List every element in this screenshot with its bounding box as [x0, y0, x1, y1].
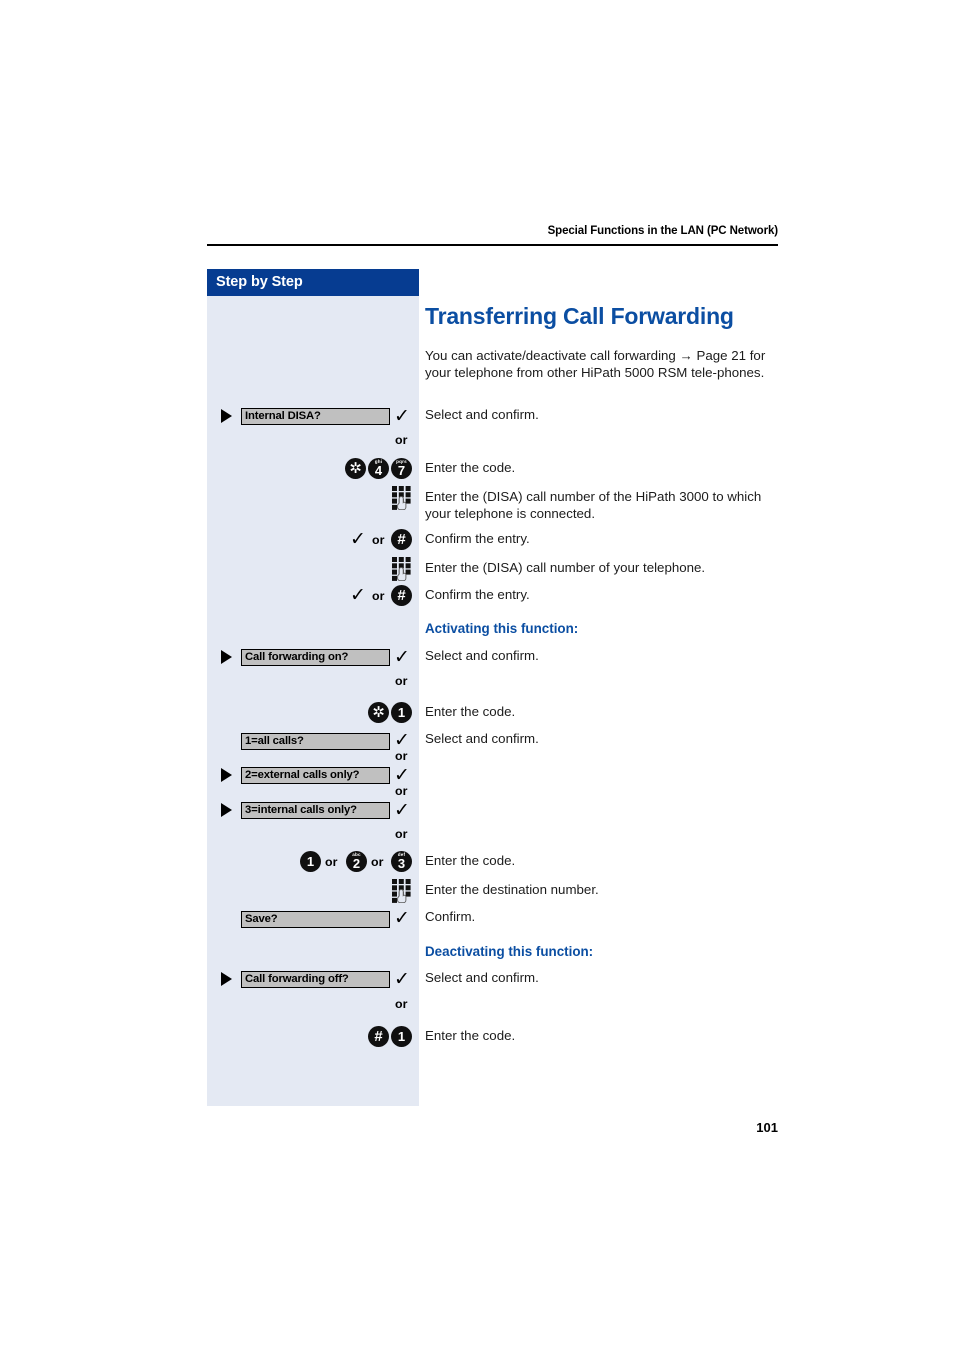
dial-keypad-glyph [392, 879, 411, 904]
step-description-enter-code-star1: Enter the code. [425, 704, 516, 719]
step-description-enter-disa-hipath3000: Enter the (DISA) call number of the HiPa… [425, 489, 762, 521]
display-key-call-forwarding-on[interactable]: Call forwarding on? [241, 649, 390, 666]
step-description-enter-destination: Enter the destination number. [425, 882, 599, 897]
page-number: 101 [756, 1120, 778, 1135]
header-rule [207, 244, 778, 246]
ok-check-icon[interactable]: ✓ [394, 731, 410, 750]
subheading-activating: Activating this function: [425, 621, 579, 636]
step-description-enter-code-123: Enter the code. [425, 853, 516, 868]
key-4[interactable]: ghi 4 [368, 458, 389, 479]
step-description-confirm-entry-1: Confirm the entry. [425, 531, 530, 546]
key-star[interactable]: ✲ [368, 702, 389, 723]
dial-keypad-glyph [392, 557, 411, 582]
display-key-internal-disa[interactable]: Internal DISA? [241, 408, 390, 425]
ok-check-icon[interactable]: ✓ [350, 586, 366, 605]
key-1[interactable]: 1 [300, 851, 321, 872]
dial-keypad-icon[interactable] [392, 879, 411, 904]
key-hash[interactable]: # [368, 1026, 389, 1047]
step-description-enter-code-1: Enter the code. [425, 460, 516, 475]
key-7[interactable]: pqrs 7 [391, 458, 412, 479]
key-star[interactable]: ✲ [345, 458, 366, 479]
display-key-call-forwarding-off[interactable]: Call forwarding off? [241, 971, 390, 988]
step-marker-triangle [221, 803, 232, 817]
page-title: Transferring Call Forwarding [425, 303, 734, 329]
subheading-deactivating: Deactivating this function: [425, 944, 594, 959]
key-2[interactable]: abc 2 [346, 851, 367, 872]
ok-check-icon[interactable]: ✓ [394, 801, 410, 820]
or-label-inline: or [371, 855, 384, 869]
step-description-confirm-entry-2: Confirm the entry. [425, 587, 530, 602]
step-description-internal-disa: Select and confirm. [425, 407, 539, 422]
or-label: or [395, 749, 408, 763]
ok-check-icon[interactable]: ✓ [394, 648, 410, 667]
display-key-internal-calls-only[interactable]: 3=internal calls only? [241, 802, 390, 819]
ok-check-icon[interactable]: ✓ [394, 909, 410, 928]
dial-keypad-icon[interactable] [392, 486, 411, 511]
or-label-inline: or [372, 533, 385, 547]
document-page: Special Functions in the LAN (PC Network… [0, 0, 954, 1351]
key-1[interactable]: 1 [391, 702, 412, 723]
key-3[interactable]: def 3 [391, 851, 412, 872]
display-key-all-calls[interactable]: 1=all calls? [241, 733, 390, 750]
ok-check-icon[interactable]: ✓ [394, 766, 410, 785]
key-hash[interactable]: # [391, 529, 412, 550]
running-header: Special Functions in the LAN (PC Network… [547, 225, 779, 237]
ok-check-icon[interactable]: ✓ [394, 407, 410, 426]
step-description-confirm-save: Confirm. [425, 909, 476, 924]
ok-check-icon[interactable]: ✓ [350, 530, 366, 549]
dial-keypad-glyph [392, 486, 411, 511]
sidebar-title: Step by Step [207, 269, 419, 296]
display-key-external-calls-only[interactable]: 2=external calls only? [241, 767, 390, 784]
or-label: or [395, 674, 408, 688]
step-marker-triangle [221, 650, 232, 664]
step-description-call-forwarding-on: Select and confirm. [425, 648, 539, 663]
step-description-enter-disa-own: Enter the (DISA) call number of your tel… [425, 560, 706, 575]
key-1[interactable]: 1 [391, 1026, 412, 1047]
step-marker-triangle [221, 972, 232, 986]
or-label-inline: or [325, 855, 338, 869]
or-label: or [395, 827, 408, 841]
ok-check-icon[interactable]: ✓ [394, 970, 410, 989]
key-hash[interactable]: # [391, 585, 412, 606]
intro-paragraph: You can activate/deactivate call forward… [425, 348, 766, 380]
step-marker-triangle [221, 409, 232, 423]
step-marker-triangle [221, 768, 232, 782]
or-label: or [395, 433, 408, 447]
or-label: or [395, 784, 408, 798]
dial-keypad-icon[interactable] [392, 557, 411, 582]
step-description-enter-code-hash1: Enter the code. [425, 1028, 516, 1043]
or-label-inline: or [372, 589, 385, 603]
step-description-select-confirm-calls: Select and confirm. [425, 731, 539, 746]
step-description-call-forwarding-off: Select and confirm. [425, 970, 539, 985]
or-label: or [395, 997, 408, 1011]
display-key-save[interactable]: Save? [241, 911, 390, 928]
